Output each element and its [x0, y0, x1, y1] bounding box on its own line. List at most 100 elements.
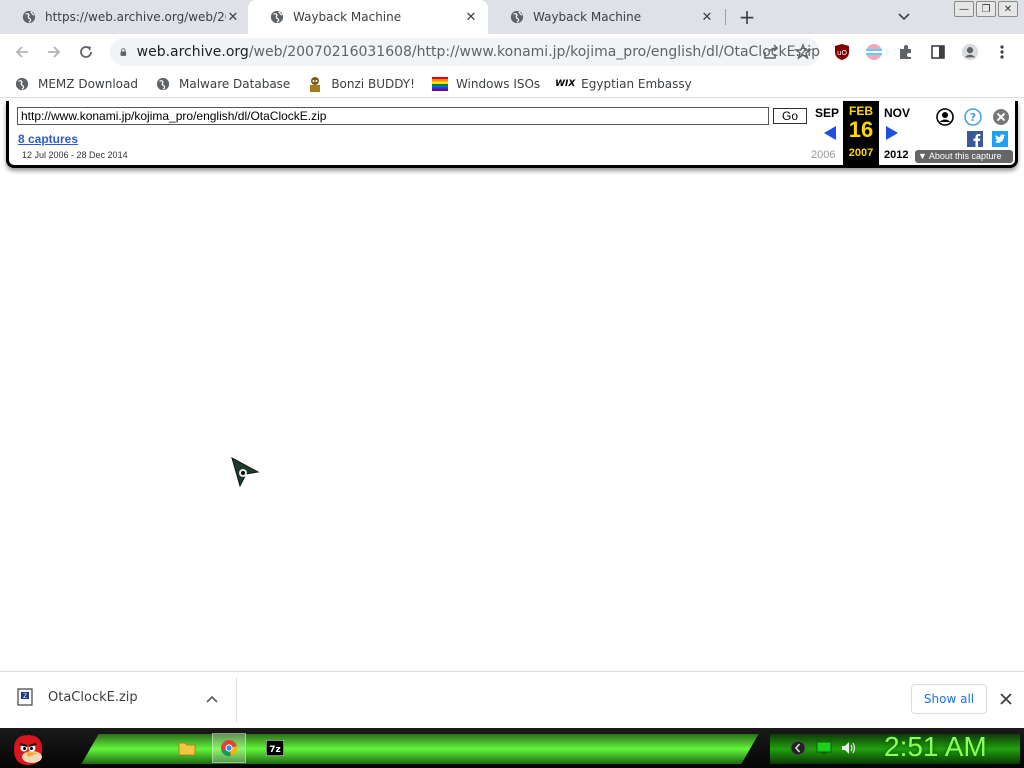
network-monitor-icon[interactable] [816, 740, 832, 756]
captures-link[interactable]: 8 captures [18, 132, 78, 146]
prev-month-link[interactable]: SEP [815, 106, 839, 120]
new-tab-button[interactable]: + [736, 5, 758, 29]
tab-strip: https://web.archive.org/web/200 ✕ Waybac… [0, 0, 1024, 34]
svg-text:uO: uO [837, 49, 847, 57]
facebook-icon[interactable] [967, 131, 983, 147]
current-day: 16 [848, 117, 874, 142]
taskbar-clock[interactable]: 2:51 AM [884, 731, 987, 763]
close-shelf-icon[interactable] [998, 691, 1014, 707]
taskbar-7zip[interactable]: 7z [258, 733, 292, 763]
prev-capture-arrow-icon[interactable] [823, 125, 837, 141]
chrome-menu-kebab-icon[interactable] [993, 43, 1011, 61]
tab-1[interactable]: https://web.archive.org/web/200 ✕ [0, 0, 250, 34]
bookmark-label: Windows ISOs [455, 76, 541, 91]
globe-icon [510, 10, 524, 24]
windows-flag-icon [431, 76, 448, 91]
maximize-button[interactable]: ❐ [976, 1, 996, 17]
share-icon[interactable] [762, 43, 780, 61]
svg-text:7z: 7z [269, 745, 281, 755]
current-capture-date: FEB 16 2007 [843, 101, 879, 165]
start-button-angry-bird-icon[interactable] [8, 729, 48, 767]
next-month-link[interactable]: NOV [884, 106, 910, 120]
user-account-icon[interactable] [936, 108, 954, 126]
globe-icon [270, 10, 284, 24]
tab-2-close-icon[interactable]: ✕ [464, 10, 478, 25]
taskbar-file-explorer[interactable] [170, 733, 204, 763]
tab-3[interactable]: Wayback Machine ✕ [488, 0, 724, 34]
browser-toolbar: web.archive.org/web/20070216031608/http:… [0, 34, 1024, 70]
forward-arrow-icon [48, 46, 61, 58]
pride-extension-icon[interactable] [865, 43, 883, 61]
bookmark-label: Egyptian Embassy [581, 76, 692, 91]
next-capture-arrow-icon[interactable] [885, 125, 899, 141]
chevron-up-icon[interactable] [204, 692, 220, 708]
download-shelf: Z OtaClockE.zip Show all [0, 671, 1024, 728]
download-filename: OtaClockE.zip [48, 689, 138, 705]
bookmark-star-icon[interactable] [794, 43, 812, 61]
address-bar[interactable]: web.archive.org/web/20070216031608/http:… [110, 38, 820, 66]
shelf-divider [236, 678, 237, 722]
zip-file-icon: Z [17, 688, 33, 706]
reload-button[interactable] [75, 41, 97, 63]
prev-year[interactable]: 2006 [811, 149, 835, 161]
bookmark-egyptian-embassy[interactable]: WIX Egyptian Embassy [555, 76, 692, 92]
current-year: 2007 [848, 147, 874, 159]
wayback-go-button[interactable]: Go [773, 108, 807, 124]
tab-2-title: Wayback Machine [293, 10, 402, 24]
bookmark-windows-isos[interactable]: Windows ISOs [431, 76, 541, 92]
close-window-button[interactable]: ✕ [998, 1, 1018, 17]
capture-date-range: 12 Jul 2006 - 28 Dec 2014 [22, 150, 128, 160]
profile-avatar-icon[interactable] [961, 43, 979, 61]
bookmarks-bar: MEMZ Download Malware Database Bonzi BUD… [0, 70, 1024, 98]
bookmark-malware-database[interactable]: Malware Database [155, 76, 290, 92]
back-arrow-icon [15, 46, 28, 58]
about-capture-label: About this capture [928, 151, 1002, 161]
tab-search-chevron-icon[interactable] [896, 9, 912, 25]
tab-3-title: Wayback Machine [533, 10, 642, 24]
twitter-icon[interactable] [992, 131, 1008, 147]
extensions-puzzle-icon[interactable] [897, 43, 915, 61]
tab-2[interactable]: Wayback Machine ✕ [248, 0, 488, 34]
url-host: web.archive.org [136, 44, 249, 60]
tray-chevron-icon[interactable] [790, 740, 806, 756]
reload-icon [80, 46, 92, 58]
close-toolbar-icon[interactable] [992, 108, 1010, 126]
side-panel-icon[interactable] [929, 43, 947, 61]
bonzi-icon [310, 76, 321, 92]
minimize-button[interactable]: — [954, 1, 974, 17]
volume-speaker-icon[interactable] [841, 740, 857, 756]
7zip-icon: 7z [266, 740, 284, 756]
taskbar: 7z 2:51 AM [0, 728, 1024, 768]
tab-separator [725, 9, 726, 25]
about-this-capture-button[interactable]: ▼ About this capture [915, 150, 1013, 163]
forward-button[interactable] [43, 41, 65, 63]
taskbar-chrome[interactable] [212, 733, 246, 763]
ublock-origin-icon[interactable]: uO [833, 43, 851, 61]
current-month: FEB [849, 104, 873, 118]
url-path: /web/20070216031608/http://www.konami.jp… [248, 44, 820, 60]
wayback-url-input[interactable]: http://www.konami.jp/kojima_pro/english/… [17, 107, 769, 125]
lock-icon [120, 48, 127, 56]
globe-icon [15, 77, 29, 90]
next-year[interactable]: 2012 [884, 149, 908, 161]
svg-text:?: ? [970, 111, 976, 124]
bookmark-memz-download[interactable]: MEMZ Download [14, 76, 138, 92]
tab-1-close-icon[interactable]: ✕ [226, 10, 240, 25]
tab-3-close-icon[interactable]: ✕ [700, 10, 714, 25]
file-explorer-icon [178, 742, 196, 756]
tab-1-title: https://web.archive.org/web/200 [45, 10, 226, 24]
globe-icon [22, 10, 36, 24]
globe-icon [156, 77, 170, 90]
help-icon[interactable]: ? [964, 108, 982, 126]
bookmark-label: Bonzi BUDDY! [331, 76, 415, 91]
bookmark-bonzi-buddy[interactable]: Bonzi BUDDY! [307, 76, 415, 92]
back-button[interactable] [11, 41, 33, 63]
bookmark-label: Malware Database [178, 76, 291, 91]
bookmark-label: MEMZ Download [38, 76, 138, 91]
svg-text:Z: Z [23, 693, 27, 700]
show-all-button[interactable]: Show all [911, 684, 987, 714]
mouse-cursor-icon [231, 456, 260, 488]
download-item[interactable]: Z OtaClockE.zip [16, 688, 138, 706]
window-controls: — ❐ ✕ [954, 1, 1018, 17]
chrome-icon [221, 740, 238, 757]
